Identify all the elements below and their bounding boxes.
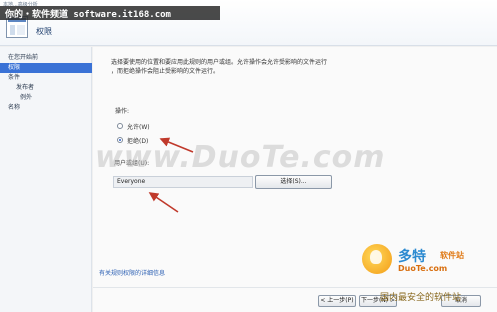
site-watermark-text: 你的・软件频道 software.it168.com — [5, 10, 171, 20]
nav-item-exceptions[interactable]: 例外 — [0, 93, 92, 103]
logo-slogan: 国内最安全的软件站 — [380, 293, 462, 303]
nav-item-conditions[interactable]: 条件 — [0, 73, 92, 83]
help-link[interactable]: 有关规则权限的详细信息 — [99, 268, 165, 277]
nav-item-before-you-begin[interactable]: 在您开始前 — [0, 53, 92, 63]
allow-radio[interactable] — [117, 123, 123, 129]
user-group-field[interactable]: Everyone — [113, 176, 253, 188]
nav-item-permissions[interactable]: 权限 — [0, 63, 92, 73]
description-line-2: ，而拒绝操作会阻止受影响的文件运行。 — [111, 68, 220, 75]
operation-label: 操作: — [115, 108, 130, 115]
logo-cn2-text: 软件站 — [440, 251, 464, 260]
nav-item-publisher[interactable]: 发布者 — [0, 83, 92, 93]
logo-cn-text: 多特 — [398, 249, 426, 265]
site-watermark-banner: 你的・软件频道 software.it168.com — [0, 6, 220, 20]
nav-item-name[interactable]: 名称 — [0, 103, 92, 113]
duote-watermark: www.DuoTe.com — [95, 140, 386, 175]
allow-radio-label[interactable]: 允许(W) — [127, 122, 150, 131]
duote-logo: 多特 软件站 DuoTe.com 国内最安全的软件站 — [360, 240, 497, 312]
previous-button[interactable]: < 上一步(P) — [318, 295, 356, 307]
select-button[interactable]: 选择(S)... — [255, 175, 332, 189]
description-line-1: 选择要使用的位置和要应用此规则的用户或组。允许操作会允许受影响的文件运行 — [111, 59, 328, 66]
duote-mascot-icon — [362, 244, 392, 274]
wizard-nav: 在您开始前 权限 条件 发布者 例外 名称 — [0, 47, 92, 312]
page-title: 权限 — [36, 27, 52, 36]
logo-en-text: DuoTe.com — [398, 264, 448, 273]
